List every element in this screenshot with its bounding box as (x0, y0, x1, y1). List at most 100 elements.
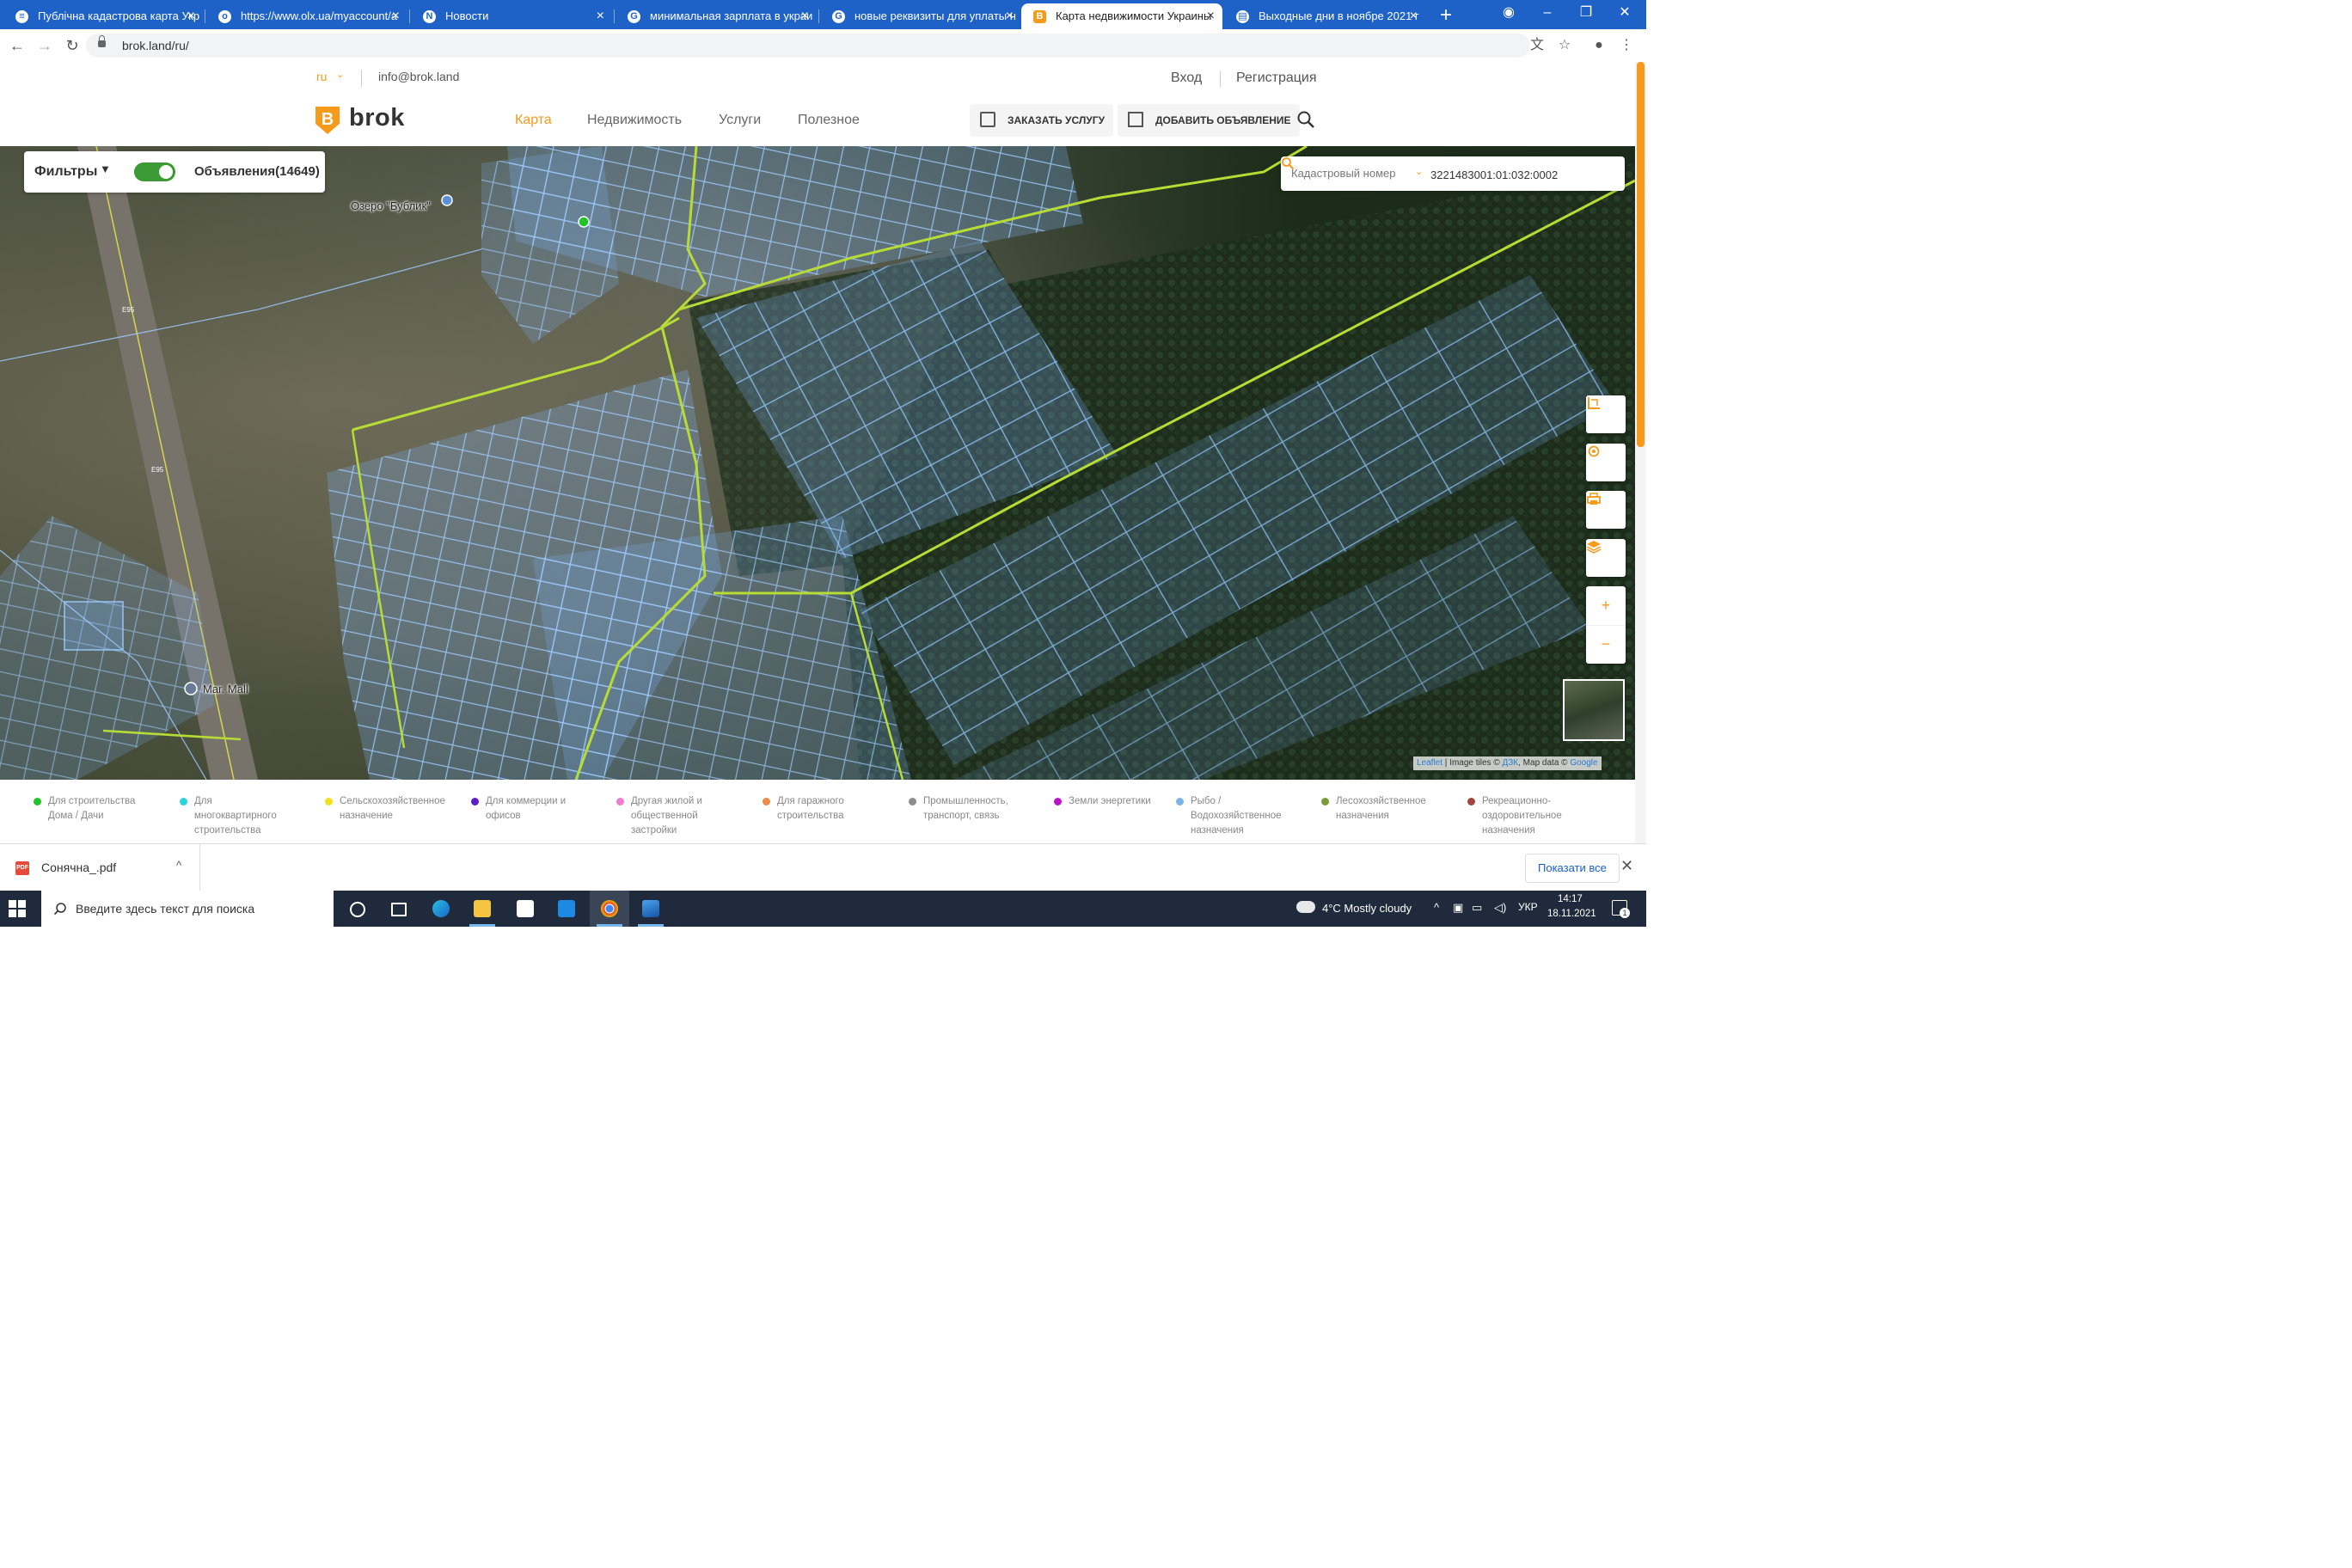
contact-email[interactable]: info@brok.land (378, 70, 459, 83)
language-indicator[interactable]: УКР (1518, 901, 1538, 913)
file-explorer-icon[interactable] (462, 891, 502, 927)
logo-text[interactable]: brok (349, 104, 405, 132)
nav-map[interactable]: Карта (515, 113, 552, 128)
close-icon[interactable]: ✕ (1620, 857, 1633, 875)
legend-dot (616, 798, 624, 805)
close-icon[interactable]: × (597, 3, 604, 29)
nav-realty[interactable]: Недвижимость (587, 113, 682, 128)
close-icon[interactable]: × (1006, 3, 1014, 29)
cadastral-number-input[interactable] (1429, 162, 1596, 187)
download-filename: Сонячна_.pdf (41, 861, 117, 874)
bookmark-star-icon[interactable]: ☆ (1553, 34, 1577, 58)
chevron-up-icon[interactable]: ^ (1434, 901, 1439, 914)
tab-olx[interactable]: o https://www.olx.ua/myaccount/a × (206, 3, 407, 29)
clock-date[interactable]: 18.11.2021 (1547, 909, 1596, 919)
road-label: Е95 (151, 466, 164, 474)
task-view-icon[interactable] (378, 891, 418, 927)
legend-dot (325, 798, 333, 805)
windows-start-icon[interactable] (9, 900, 26, 917)
tab-search-button[interactable]: ◉ (1490, 0, 1528, 26)
cadastral-search: Кадастровый номер ⌄ (1281, 156, 1625, 191)
legend-item: Земли энергетики (1054, 794, 1172, 809)
legend-item: Сельскохозяйственное назначение (325, 794, 460, 824)
scrollbar-thumb[interactable] (1637, 62, 1645, 447)
legend-item: Лесохозяйственное назначения (1321, 794, 1439, 824)
chevron-up-icon[interactable]: ^ (176, 859, 181, 872)
download-item[interactable]: PDF Сонячна_.pdf ^ (0, 844, 200, 891)
search-icon[interactable] (1281, 156, 1295, 170)
locate-button[interactable] (1586, 444, 1626, 481)
menu-kebab-icon[interactable]: ⋮ (1614, 34, 1638, 58)
login-link[interactable]: Вход (1171, 70, 1202, 86)
tab-title: Новости (445, 9, 489, 22)
reload-button[interactable]: ↻ (60, 34, 84, 58)
close-icon[interactable]: × (801, 3, 809, 29)
legend-item: Промышленность, транспорт, связь (909, 794, 1026, 824)
new-tab-button[interactable]: + (1433, 3, 1459, 28)
address-bar[interactable]: brok.land/ru/ (86, 34, 1530, 58)
tab-google-salary[interactable]: G минимальная зарплата в украи × (616, 3, 817, 29)
draw-area-button[interactable] (1586, 395, 1626, 433)
close-icon[interactable]: × (1410, 3, 1418, 29)
search-type-select[interactable]: Кадастровый номер (1291, 167, 1395, 180)
photos-icon[interactable] (631, 891, 671, 927)
tab-google-requisites[interactable]: G новые реквизиты для уплаты н × (820, 3, 1021, 29)
tab-cadastral-map[interactable]: ≡ Публічна кадастрова карта Укр × (3, 3, 203, 29)
close-icon[interactable]: × (187, 3, 195, 29)
back-button[interactable]: ← (5, 34, 29, 58)
volume-icon[interactable]: ◁) (1494, 901, 1506, 915)
taskbar-search[interactable]: Введите здесь текст для поиска (41, 891, 334, 927)
dzk-link[interactable]: ДЗК (1502, 758, 1518, 768)
close-icon[interactable]: × (1207, 3, 1215, 29)
minimize-button[interactable]: – (1528, 0, 1566, 26)
chevron-down-icon[interactable]: ⌄ (1415, 166, 1423, 177)
tab-holidays[interactable]: ▤ Выходные дни в ноябре 2021 г × (1224, 3, 1425, 29)
chevron-down-icon[interactable]: ▼ (100, 162, 111, 175)
close-icon[interactable]: × (392, 3, 400, 29)
add-listing-button[interactable]: ДОБАВИТЬ ОБЪЯВЛЕНИЕ (1118, 104, 1300, 137)
close-window-button[interactable]: ✕ (1606, 0, 1644, 26)
print-button[interactable] (1586, 491, 1626, 529)
mail-icon[interactable] (547, 891, 586, 927)
pdf-file-icon: PDF (15, 861, 29, 875)
chrome-icon[interactable] (590, 891, 629, 927)
weather-widget[interactable]: 4°C Mostly cloudy (1322, 902, 1412, 915)
nav-services[interactable]: Услуги (719, 113, 761, 128)
notification-count: 1 (1620, 908, 1630, 918)
tab-news[interactable]: N Новости × (411, 3, 612, 29)
google-link[interactable]: Google (1570, 758, 1597, 768)
leaflet-link[interactable]: Leaflet (1417, 758, 1442, 768)
cadastral-map[interactable]: Озеро "Бублик" Mar. Mall Е95 Е95 Фильтры… (0, 146, 1635, 780)
forward-button[interactable]: → (33, 34, 57, 58)
legend-item: Для строительства Дома / Дачи (34, 794, 151, 824)
order-service-button[interactable]: ЗАКАЗАТЬ УСЛУГУ (970, 104, 1114, 137)
meet-now-icon[interactable]: ▣ (1453, 901, 1463, 915)
page-scrollbar[interactable] (1635, 62, 1646, 843)
zoom-in-button[interactable]: + (1586, 586, 1626, 626)
cortana-icon[interactable] (337, 891, 377, 927)
tab-brok-map[interactable]: B Карта недвижимости Украины × (1021, 3, 1222, 29)
chevron-down-icon: ⌄ (336, 70, 345, 80)
minimap[interactable] (1563, 679, 1625, 741)
brok-logo-icon[interactable]: B (315, 107, 340, 134)
ads-toggle[interactable] (134, 162, 175, 181)
language-selector[interactable]: ru (316, 70, 327, 83)
restore-button[interactable]: ❐ (1567, 0, 1605, 26)
legend-dot (763, 798, 770, 805)
network-icon[interactable]: ▭ (1472, 901, 1482, 915)
nav-useful[interactable]: Полезное (798, 113, 860, 128)
store-icon[interactable] (505, 891, 545, 927)
translate-icon[interactable]: 文 (1525, 34, 1549, 58)
layers-button[interactable] (1586, 539, 1626, 577)
calendar-icon (980, 112, 995, 127)
filters-dropdown[interactable]: Фильтры (34, 164, 97, 180)
zoom-out-button[interactable]: − (1586, 625, 1626, 664)
clock-time[interactable]: 14:17 (1558, 894, 1583, 904)
edge-icon[interactable] (421, 891, 461, 927)
tab-title: Карта недвижимости Украины (1056, 9, 1212, 22)
profile-icon[interactable]: ● (1587, 34, 1611, 58)
register-link[interactable]: Регистрация (1236, 70, 1317, 86)
show-all-downloads-button[interactable]: Показати все (1525, 854, 1620, 883)
search-icon[interactable] (1296, 110, 1315, 129)
zoom-control: + − (1586, 586, 1626, 664)
